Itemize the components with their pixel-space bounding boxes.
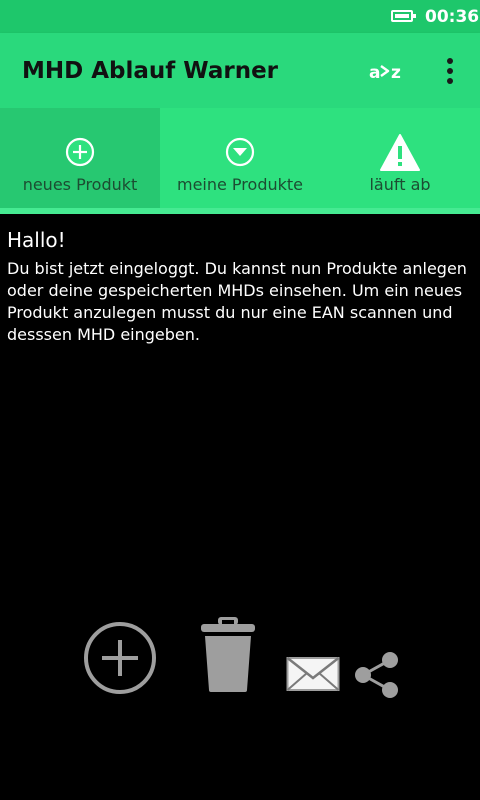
warning-icon bbox=[380, 134, 420, 171]
svg-text:a: a bbox=[369, 63, 380, 83]
tab-my-products[interactable]: meine Produkte bbox=[160, 108, 320, 208]
email-button[interactable] bbox=[286, 654, 340, 694]
add-product-button[interactable] bbox=[82, 620, 158, 696]
share-button[interactable] bbox=[350, 648, 404, 702]
app-screen: 00:36 MHD Ablauf Warner a z neues Produk… bbox=[0, 0, 480, 800]
main-content: Hallo! Du bist jetzt eingeloggt. Du kann… bbox=[7, 226, 473, 346]
tab-bar: neues Produkt meine Produkte läuft ab bbox=[0, 108, 480, 214]
greeting-heading: Hallo! bbox=[7, 228, 66, 252]
more-vert-icon bbox=[447, 58, 453, 84]
status-clock: 00:36 bbox=[425, 7, 480, 27]
login-message: Du bist jetzt eingeloggt. Du kannst nun … bbox=[7, 259, 467, 344]
chevron-down-circle-icon bbox=[225, 137, 255, 167]
trash-icon bbox=[201, 617, 255, 692]
tab-label: meine Produkte bbox=[176, 175, 303, 194]
tab-indicator bbox=[0, 208, 480, 214]
tab-label: läuft ab bbox=[369, 175, 431, 194]
tab-label: neues Produkt bbox=[22, 175, 138, 194]
app-title: MHD Ablauf Warner bbox=[22, 58, 279, 84]
app-bar: MHD Ablauf Warner a z bbox=[0, 33, 480, 108]
status-bar: 00:36 bbox=[0, 0, 480, 33]
share-icon bbox=[355, 652, 398, 698]
overflow-menu-button[interactable] bbox=[440, 55, 460, 87]
delete-button[interactable] bbox=[198, 614, 258, 694]
mail-icon bbox=[286, 657, 340, 691]
battery-full-icon bbox=[391, 10, 416, 22]
tab-expiring[interactable]: läuft ab bbox=[320, 108, 480, 208]
sort-az-button[interactable]: a z bbox=[367, 57, 411, 85]
svg-text:z: z bbox=[391, 63, 401, 83]
tab-new-product[interactable]: neues Produkt bbox=[0, 108, 160, 208]
add-circle-outline-icon bbox=[84, 622, 156, 694]
add-circle-icon bbox=[65, 137, 95, 167]
sort-az-icon: a z bbox=[369, 63, 401, 83]
